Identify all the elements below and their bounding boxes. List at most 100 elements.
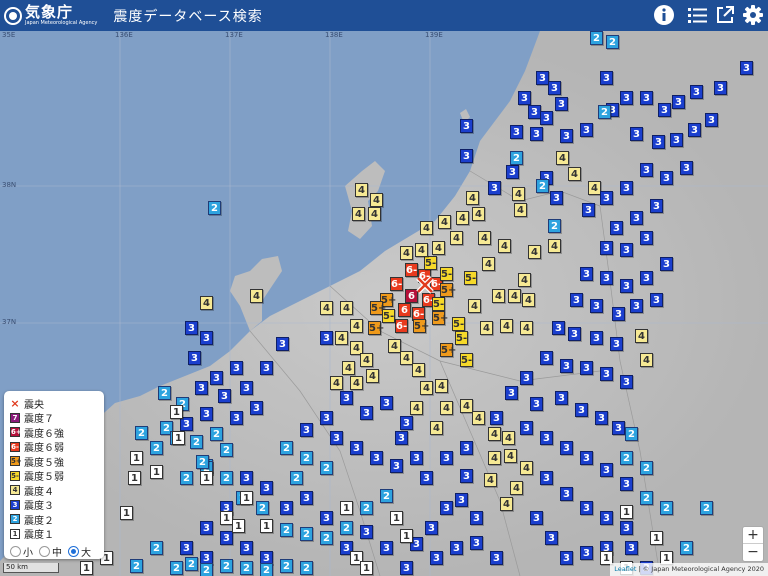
station-marker[interactable]: 3: [652, 135, 665, 149]
station-marker[interactable]: 3: [370, 451, 383, 465]
station-marker[interactable]: 3: [620, 91, 633, 105]
station-marker[interactable]: 2: [256, 501, 269, 515]
station-marker[interactable]: 4: [498, 239, 511, 253]
station-marker[interactable]: 4: [430, 421, 443, 435]
station-marker[interactable]: 3: [660, 171, 673, 185]
station-marker[interactable]: 4: [488, 427, 501, 441]
station-marker[interactable]: 3: [560, 441, 573, 455]
station-marker[interactable]: 2: [300, 527, 313, 541]
station-marker[interactable]: 3: [520, 421, 533, 435]
station-marker[interactable]: 2: [130, 559, 143, 573]
station-marker[interactable]: 3: [560, 487, 573, 501]
station-marker[interactable]: 2: [290, 471, 303, 485]
station-marker[interactable]: 3: [330, 431, 343, 445]
station-marker[interactable]: 3: [280, 501, 293, 515]
station-marker[interactable]: 3: [490, 551, 503, 565]
station-marker[interactable]: 3: [360, 406, 373, 420]
station-marker[interactable]: 6-: [390, 277, 403, 291]
station-marker[interactable]: 1: [128, 471, 141, 485]
station-marker[interactable]: 3: [518, 91, 531, 105]
station-marker[interactable]: 3: [612, 307, 625, 321]
station-marker[interactable]: 4: [500, 497, 513, 511]
station-marker[interactable]: 4: [514, 203, 527, 217]
station-marker[interactable]: 3: [658, 103, 671, 117]
station-marker[interactable]: 3: [540, 471, 553, 485]
station-marker[interactable]: 1: [620, 505, 633, 519]
station-marker[interactable]: 3: [530, 397, 543, 411]
station-marker[interactable]: 4: [466, 191, 479, 205]
station-marker[interactable]: 3: [620, 375, 633, 389]
station-marker[interactable]: 4: [352, 207, 365, 221]
station-marker[interactable]: 3: [470, 511, 483, 525]
station-marker[interactable]: 3: [360, 525, 373, 539]
station-marker[interactable]: 6: [398, 303, 411, 317]
station-marker[interactable]: 2: [280, 523, 293, 537]
intensity-map[interactable]: 35E 136E 137E 138E 139E 38N 37N 6- 6- 6- 6-…: [0, 31, 768, 576]
station-marker[interactable]: 1: [650, 531, 663, 545]
station-marker[interactable]: 5-: [455, 331, 468, 345]
station-marker[interactable]: 2: [640, 491, 653, 505]
station-marker[interactable]: 4: [366, 369, 379, 383]
station-marker[interactable]: 2: [200, 563, 213, 576]
size-option-medium[interactable]: 中: [39, 544, 62, 559]
station-marker[interactable]: 3: [390, 459, 403, 473]
station-marker[interactable]: 4: [510, 481, 523, 495]
station-marker[interactable]: 2: [510, 151, 523, 165]
station-marker[interactable]: 3: [395, 431, 408, 445]
station-marker[interactable]: 3: [580, 501, 593, 515]
station-marker[interactable]: 2: [380, 489, 393, 503]
station-marker[interactable]: 4: [502, 431, 515, 445]
station-marker[interactable]: 2: [598, 105, 611, 119]
station-marker[interactable]: 4: [415, 243, 428, 257]
station-marker[interactable]: 2: [196, 455, 209, 469]
station-marker[interactable]: 2: [340, 521, 353, 535]
station-marker[interactable]: 3: [450, 541, 463, 555]
station-marker[interactable]: 2: [208, 201, 221, 215]
station-marker[interactable]: 3: [230, 361, 243, 375]
station-marker[interactable]: 4: [480, 321, 493, 335]
station-marker[interactable]: 4: [350, 319, 363, 333]
station-marker[interactable]: 3: [610, 337, 623, 351]
station-marker[interactable]: 3: [200, 521, 213, 535]
station-marker[interactable]: 3: [220, 531, 233, 545]
station-marker[interactable]: 2: [548, 219, 561, 233]
station-marker[interactable]: 3: [690, 85, 703, 99]
station-marker[interactable]: 1: [390, 511, 403, 525]
station-marker[interactable]: 2: [536, 179, 549, 193]
station-marker[interactable]: 3: [590, 299, 603, 313]
radio-medium[interactable]: [39, 546, 50, 557]
station-marker[interactable]: 4: [500, 319, 513, 333]
station-marker[interactable]: 3: [240, 381, 253, 395]
station-marker[interactable]: 3: [650, 199, 663, 213]
station-marker[interactable]: 4: [420, 221, 433, 235]
station-marker[interactable]: 3: [430, 551, 443, 565]
station-marker[interactable]: 3: [640, 91, 653, 105]
station-marker[interactable]: 3: [640, 163, 653, 177]
station-marker[interactable]: 3: [705, 113, 718, 127]
station-marker[interactable]: 3: [545, 531, 558, 545]
station-marker[interactable]: 3: [660, 257, 673, 271]
station-marker[interactable]: 3: [530, 127, 543, 141]
station-marker[interactable]: 3: [400, 416, 413, 430]
station-marker[interactable]: 1: [260, 519, 273, 533]
jma-logo[interactable]: 気象庁 Japan Meteorological Agency: [0, 5, 97, 26]
station-marker[interactable]: 2: [240, 561, 253, 575]
station-marker[interactable]: 4: [350, 376, 363, 390]
station-marker[interactable]: 4: [528, 245, 541, 259]
station-marker[interactable]: 4: [635, 329, 648, 343]
station-marker[interactable]: 3: [260, 361, 273, 375]
station-marker[interactable]: 4: [640, 353, 653, 367]
station-marker[interactable]: 3: [440, 451, 453, 465]
station-marker[interactable]: 3: [180, 541, 193, 555]
station-marker[interactable]: 3: [640, 271, 653, 285]
station-marker[interactable]: 5-: [452, 317, 465, 331]
station-marker[interactable]: 1: [360, 561, 373, 575]
station-marker[interactable]: 3: [580, 361, 593, 375]
station-marker[interactable]: 3: [320, 511, 333, 525]
station-marker[interactable]: 3: [460, 469, 473, 483]
station-marker[interactable]: 2: [210, 427, 223, 441]
station-marker[interactable]: 3: [610, 221, 623, 235]
station-marker[interactable]: 3: [260, 481, 273, 495]
station-marker[interactable]: 2: [260, 563, 273, 576]
station-marker[interactable]: 4: [420, 381, 433, 395]
